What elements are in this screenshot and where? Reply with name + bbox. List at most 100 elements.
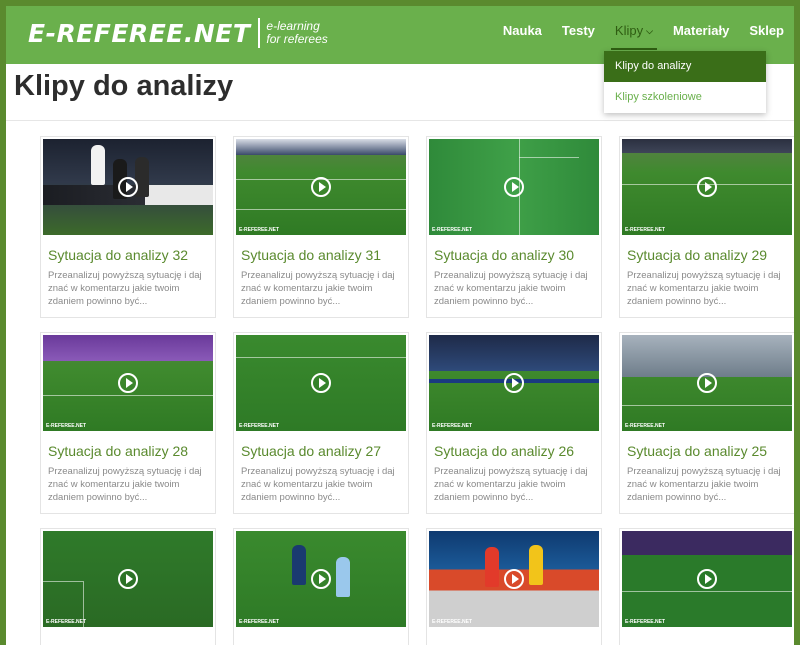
stadium-stand	[622, 335, 792, 377]
clip-description: Przeanalizuj powyższą sytuację i daj zna…	[48, 466, 202, 503]
clip-card-26[interactable]: E-REFEREE.NET Sytuacja do analizy 26 Prz…	[426, 332, 602, 514]
clip-thumbnail[interactable]: E-REFEREE.NET	[43, 531, 213, 627]
nav-label: Nauka	[502, 23, 542, 38]
clip-title[interactable]: Sytuacja do analizy 29	[627, 247, 794, 263]
clip-description: Przeanalizuj powyższą sytuację i daj zna…	[241, 270, 395, 307]
clip-card-31[interactable]: E-REFEREE.NET Sytuacja do analizy 31 Prz…	[233, 136, 409, 318]
thumbnail-watermark: E-REFEREE.NET	[46, 619, 87, 625]
play-icon[interactable]	[504, 373, 524, 393]
play-icon[interactable]	[118, 569, 138, 589]
clip-card[interactable]: E-REFEREE.NET	[426, 528, 602, 645]
clip-thumbnail[interactable]: E-REFEREE.NET	[236, 139, 406, 235]
clip-thumbnail[interactable]: E-REFEREE.NET	[236, 335, 406, 431]
stadium-stand	[43, 335, 213, 361]
play-icon[interactable]	[118, 177, 138, 197]
pitch-line	[236, 209, 406, 210]
logo-divider	[258, 18, 261, 48]
thumbnail-watermark: E-REFEREE.NET	[625, 619, 666, 625]
chevron-down-icon: ⌵	[646, 26, 653, 36]
player-figure	[485, 547, 499, 587]
page-frame: E-REFEREE.NET e-learning for referees Na…	[6, 6, 794, 645]
player-figure	[529, 545, 543, 585]
site-logo[interactable]: E-REFEREE.NET e-learning for referees	[28, 18, 328, 48]
stadium-stand	[622, 139, 792, 153]
clips-grid: Sytuacja do analizy 32 Przeanalizuj powy…	[40, 136, 794, 645]
clip-thumbnail[interactable]: E-REFEREE.NET	[429, 335, 599, 431]
clip-card-27[interactable]: E-REFEREE.NET Sytuacja do analizy 27 Prz…	[233, 332, 409, 514]
pitch-line	[236, 357, 406, 358]
thumbnail-watermark: E-REFEREE.NET	[239, 619, 280, 625]
player-figure	[91, 145, 105, 185]
clip-description: Przeanalizuj powyższą sytuację i daj zna…	[48, 270, 202, 307]
stadium-stand	[236, 139, 406, 155]
player-figure	[292, 545, 306, 585]
clip-card-29[interactable]: E-REFEREE.NET Sytuacja do analizy 29 Prz…	[619, 136, 794, 318]
thumbnail-watermark: E-REFEREE.NET	[625, 227, 666, 233]
stadium-stand	[429, 335, 599, 371]
clip-description: Przeanalizuj powyższą sytuację i daj zna…	[627, 466, 781, 503]
clip-title[interactable]: Sytuacja do analizy 27	[241, 443, 408, 459]
title-divider	[6, 120, 794, 121]
nav-label: Sklep	[749, 23, 784, 38]
nav-label: Testy	[561, 23, 595, 38]
play-icon[interactable]	[311, 373, 331, 393]
clip-card-32[interactable]: Sytuacja do analizy 32 Przeanalizuj powy…	[40, 136, 216, 318]
play-icon[interactable]	[697, 373, 717, 393]
play-icon[interactable]	[504, 177, 524, 197]
clip-thumbnail[interactable]: E-REFEREE.NET	[429, 139, 599, 235]
thumbnail-watermark: E-REFEREE.NET	[432, 619, 473, 625]
clip-title[interactable]: Sytuacja do analizy 32	[48, 247, 215, 263]
clip-thumbnail[interactable]: E-REFEREE.NET	[622, 139, 792, 235]
dropdown-item-klipy-do-analizy[interactable]: Klipy do analizy	[604, 51, 766, 82]
play-icon[interactable]	[697, 569, 717, 589]
clip-card[interactable]: E-REFEREE.NET	[619, 528, 794, 645]
clip-thumbnail[interactable]: E-REFEREE.NET	[429, 531, 599, 627]
nav-item-testy[interactable]: Testy	[552, 6, 605, 64]
clip-description: Przeanalizuj powyższą sytuację i daj zna…	[434, 466, 588, 503]
logo-wordmark: E-REFEREE.NET	[28, 18, 251, 48]
thumbnail-watermark: E-REFEREE.NET	[46, 423, 87, 429]
nav-item-nauka[interactable]: Nauka	[493, 6, 552, 64]
dropdown-item-klipy-szkoleniowe[interactable]: Klipy szkoleniowe	[604, 82, 766, 113]
pitch-line	[622, 405, 792, 406]
pitch-line	[622, 591, 792, 592]
clip-card-25[interactable]: E-REFEREE.NET Sytuacja do analizy 25 Prz…	[619, 332, 794, 514]
play-icon[interactable]	[311, 177, 331, 197]
logo-tagline: e-learning for referees	[266, 20, 327, 46]
pitch-line	[519, 157, 579, 158]
clip-thumbnail[interactable]: E-REFEREE.NET	[43, 335, 213, 431]
nav-label: Klipy	[614, 23, 644, 38]
thumbnail-watermark: E-REFEREE.NET	[432, 227, 473, 233]
logo-tagline-line2: for referees	[266, 32, 328, 46]
clip-title[interactable]: Sytuacja do analizy 25	[627, 443, 794, 459]
pitch-line	[43, 581, 83, 582]
play-icon[interactable]	[118, 373, 138, 393]
play-icon[interactable]	[311, 569, 331, 589]
clip-card[interactable]: E-REFEREE.NET	[233, 528, 409, 645]
clip-thumbnail[interactable]: E-REFEREE.NET	[622, 531, 792, 627]
clip-card-30[interactable]: E-REFEREE.NET Sytuacja do analizy 30 Prz…	[426, 136, 602, 318]
play-icon[interactable]	[504, 569, 524, 589]
clip-thumbnail[interactable]: E-REFEREE.NET	[622, 335, 792, 431]
clip-description: Przeanalizuj powyższą sytuację i daj zna…	[241, 466, 395, 503]
clip-title[interactable]: Sytuacja do analizy 31	[241, 247, 408, 263]
page-title: Klipy do analizy	[14, 70, 234, 102]
clip-description: Przeanalizuj powyższą sytuację i daj zna…	[434, 270, 588, 307]
thumbnail-watermark: E-REFEREE.NET	[239, 227, 280, 233]
clip-title[interactable]: Sytuacja do analizy 26	[434, 443, 601, 459]
clip-card-28[interactable]: E-REFEREE.NET Sytuacja do analizy 28 Prz…	[40, 332, 216, 514]
thumbnail-watermark: E-REFEREE.NET	[625, 423, 666, 429]
clip-title[interactable]: Sytuacja do analizy 28	[48, 443, 215, 459]
nav-label: Materiały	[672, 23, 730, 38]
clip-title[interactable]: Sytuacja do analizy 30	[434, 247, 601, 263]
klipy-dropdown-menu: Klipy do analizy Klipy szkoleniowe	[604, 51, 766, 113]
thumbnail-watermark: E-REFEREE.NET	[432, 423, 473, 429]
thumbnail-watermark: E-REFEREE.NET	[239, 423, 280, 429]
clip-description: Przeanalizuj powyższą sytuację i daj zna…	[627, 270, 781, 307]
clip-card[interactable]: E-REFEREE.NET	[40, 528, 216, 645]
pitch-line	[43, 395, 213, 396]
clip-thumbnail[interactable]: E-REFEREE.NET	[236, 531, 406, 627]
clip-thumbnail[interactable]	[43, 139, 213, 235]
player-figure	[336, 557, 350, 597]
play-icon[interactable]	[697, 177, 717, 197]
